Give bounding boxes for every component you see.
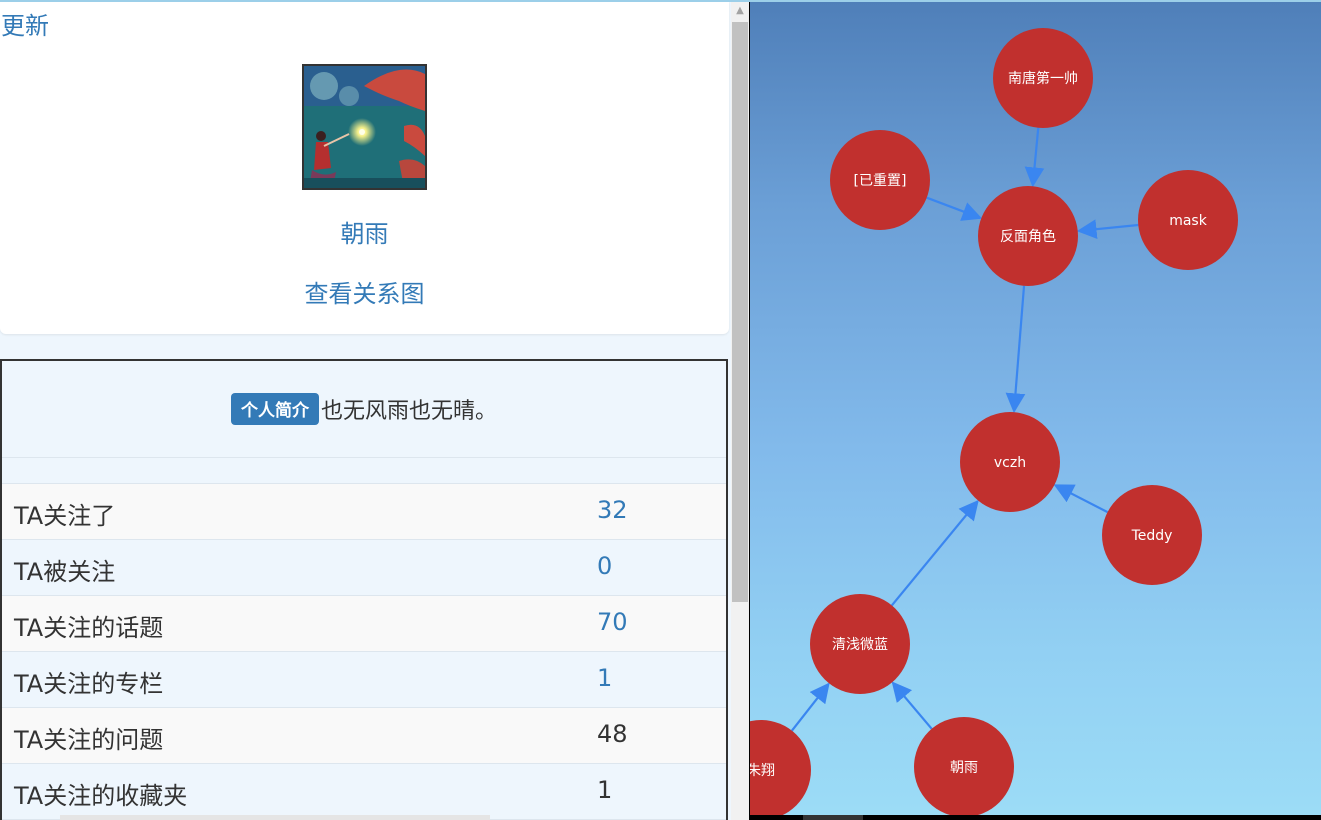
graph-node-label: 朱翔 bbox=[750, 763, 775, 779]
stat-row-collections: TA关注的收藏夹 1 bbox=[2, 764, 726, 820]
graph-node[interactable]: 反面角色 bbox=[978, 186, 1078, 286]
graph-edge bbox=[791, 682, 830, 732]
graph-node-label: 清浅微蓝 bbox=[832, 637, 888, 653]
view-graph-link[interactable]: 查看关系图 bbox=[0, 274, 729, 309]
graph-node[interactable]: mask bbox=[1138, 170, 1238, 270]
graph-edge bbox=[891, 681, 933, 730]
window-top-strip bbox=[0, 0, 1321, 2]
followers-count-link[interactable]: 0 bbox=[597, 552, 612, 580]
columns-count-link[interactable]: 1 bbox=[597, 664, 612, 692]
stat-label: TA关注的问题 bbox=[14, 726, 164, 754]
graph-edge bbox=[926, 196, 983, 221]
following-count-link[interactable]: 32 bbox=[597, 496, 628, 524]
scrollbar-thumb[interactable] bbox=[732, 22, 748, 602]
graph-node[interactable]: Teddy bbox=[1102, 485, 1202, 585]
table-spacer-row bbox=[2, 458, 726, 484]
questions-count: 48 bbox=[597, 720, 628, 748]
bottom-scroll-track bbox=[60, 815, 490, 820]
graph-edge bbox=[1053, 484, 1109, 514]
bio-text: 也无风雨也无晴。 bbox=[320, 399, 497, 424]
stat-label: TA关注的收藏夹 bbox=[14, 782, 188, 810]
graph-node[interactable]: 朝雨 bbox=[914, 717, 1014, 815]
graph-node-label: vczh bbox=[994, 455, 1026, 471]
graph-node-label: 朝雨 bbox=[950, 760, 978, 776]
topics-count-link[interactable]: 70 bbox=[597, 608, 628, 636]
collections-count: 1 bbox=[597, 776, 613, 804]
relationship-graph[interactable]: 南唐第一帅 [已重置] 反面角色 mask vczh Teddy 清浅微蓝朱翔 朝雨 bbox=[750, 2, 1321, 815]
profile-pane: 更新 朝雨 查看关系图 个人简介 也无风雨也无晴。 TA关注了 32 TA被关注… bbox=[0, 0, 731, 820]
stat-row-followers: TA被关注 0 bbox=[2, 540, 726, 596]
graph-nodes: 南唐第一帅 [已重置] 反面角色 mask vczh Teddy 清浅微蓝朱翔 朝雨 bbox=[750, 28, 1238, 815]
profile-info-table: 个人简介 也无风雨也无晴。 TA关注了 32 TA被关注 0 TA关注的话题 7… bbox=[0, 359, 728, 820]
graph-edge bbox=[1024, 127, 1045, 188]
bottom-divider bbox=[803, 815, 863, 820]
graph-node-label: 南唐第一帅 bbox=[1008, 70, 1078, 87]
stat-row-following: TA关注了 32 bbox=[2, 484, 726, 540]
stat-label: TA关注的话题 bbox=[14, 614, 164, 642]
graph-node[interactable]: [已重置] bbox=[830, 130, 930, 230]
scroll-up-arrow-icon[interactable]: ▲ bbox=[731, 2, 749, 20]
bio-badge: 个人简介 bbox=[230, 393, 319, 425]
avatar-image bbox=[304, 66, 425, 188]
stat-label: TA关注了 bbox=[14, 502, 116, 530]
profile-card: 更新 朝雨 查看关系图 bbox=[0, 2, 729, 334]
bio-row: 个人简介 也无风雨也无晴。 bbox=[2, 361, 726, 458]
stat-row-questions: TA关注的问题 48 bbox=[2, 708, 726, 764]
graph-node-label: Teddy bbox=[1131, 528, 1173, 544]
stats-list: TA关注了 32 TA被关注 0 TA关注的话题 70 TA关注的专栏 1 TA… bbox=[2, 484, 726, 820]
graph-node-label: mask bbox=[1169, 213, 1208, 229]
user-name-link[interactable]: 朝雨 bbox=[0, 214, 729, 249]
graph-edge bbox=[890, 499, 979, 607]
graph-node-label: 反面角色 bbox=[1000, 228, 1056, 245]
stat-label: TA关注的专栏 bbox=[14, 670, 164, 698]
graph-node-label: [已重置] bbox=[854, 173, 907, 189]
stat-row-columns: TA关注的专栏 1 bbox=[2, 652, 726, 708]
graph-node[interactable]: vczh bbox=[960, 412, 1060, 512]
avatar[interactable] bbox=[302, 64, 427, 190]
stat-label: TA被关注 bbox=[14, 558, 116, 586]
update-link[interactable]: 更新 bbox=[1, 6, 49, 41]
graph-node[interactable]: 南唐第一帅 bbox=[993, 28, 1093, 128]
graph-canvas: 南唐第一帅 [已重置] 反面角色 mask vczh Teddy 清浅微蓝朱翔 朝雨 bbox=[750, 28, 1238, 815]
stat-row-topics: TA关注的话题 70 bbox=[2, 596, 726, 652]
graph-edge bbox=[1076, 219, 1139, 240]
graph-node[interactable]: 清浅微蓝 bbox=[810, 594, 910, 694]
graph-node[interactable]: 朱翔 bbox=[750, 720, 811, 815]
graph-edge bbox=[1005, 285, 1026, 414]
vertical-scrollbar[interactable]: ▲ bbox=[731, 2, 749, 820]
